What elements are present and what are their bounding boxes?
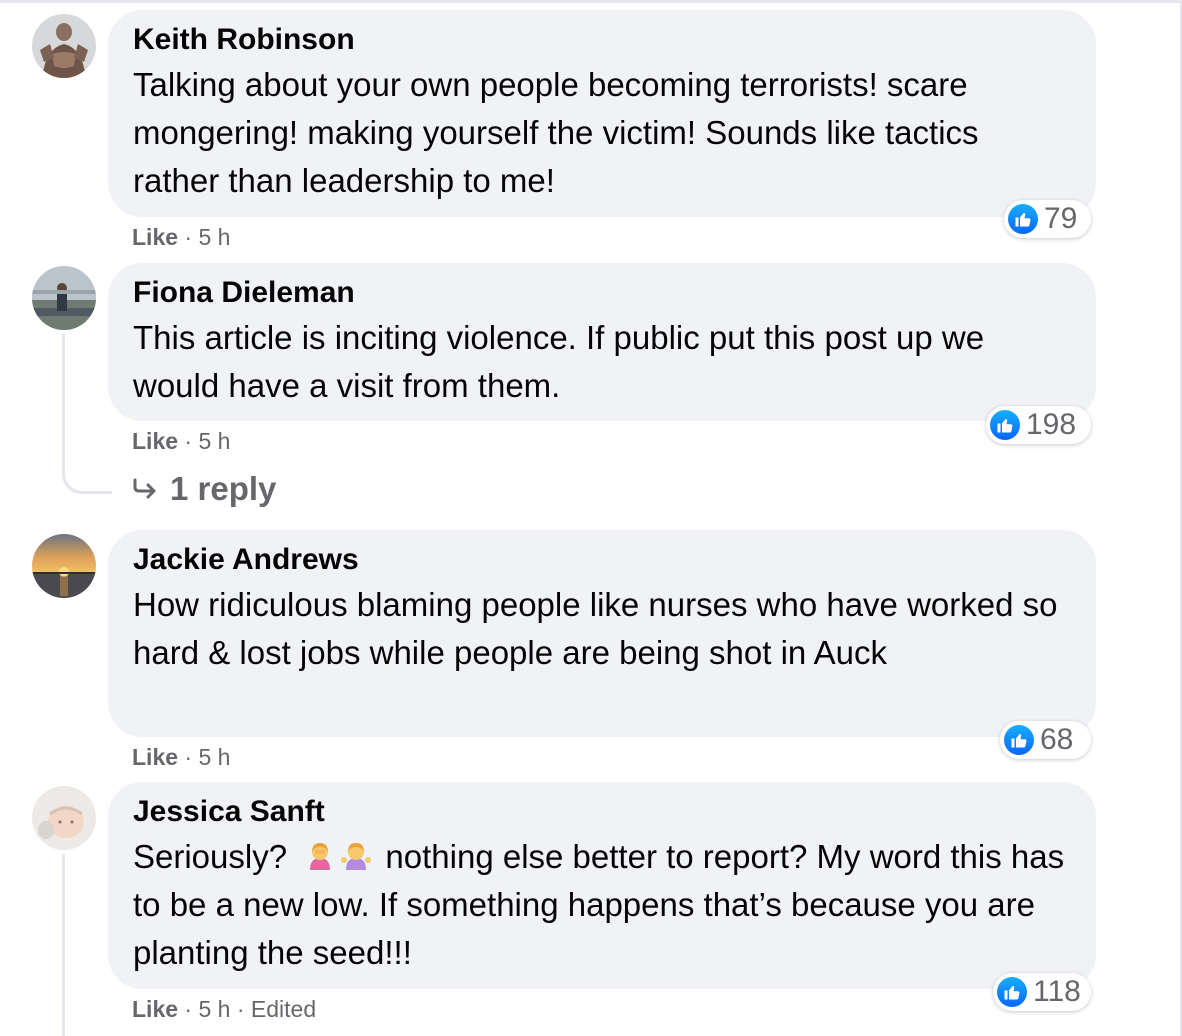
comment-author[interactable]: Jackie Andrews (133, 542, 1071, 578)
comment-meta: Like · 5 h (132, 744, 230, 771)
like-button[interactable]: Like (132, 428, 178, 454)
reaction-count-badge[interactable]: 68 (1000, 721, 1091, 759)
reaction-count-badge[interactable]: 118 (993, 973, 1091, 1011)
reaction-count-badge[interactable]: 198 (986, 406, 1091, 444)
comment-bubble: Fiona Dieleman This article is inciting … (108, 263, 1096, 421)
avatar[interactable] (32, 14, 96, 78)
comment-text-prefix: Seriously? (133, 838, 288, 875)
comment-timestamp[interactable]: 5 h (198, 428, 230, 454)
outdoor-person-avatar-icon (32, 266, 96, 330)
like-button[interactable]: Like (132, 996, 178, 1022)
reply-thread-line (62, 334, 112, 494)
woman-shrugging-emoji-icon (341, 843, 372, 870)
top-divider (0, 0, 1182, 3)
reaction-count: 198 (1026, 408, 1077, 441)
comment-author[interactable]: Jessica Sanft (133, 794, 1071, 830)
meta-separator: · (184, 428, 193, 454)
comment-author[interactable]: Keith Robinson (133, 22, 1071, 58)
comment-meta: Like · 5 h · Edited (132, 996, 316, 1023)
reaction-count-badge[interactable]: 79 (1004, 200, 1091, 238)
comment-meta: Like · 5 h (132, 224, 230, 251)
comment-bubble: Jackie Andrews How ridiculous blaming pe… (108, 530, 1096, 737)
comment-text: Seriously? nothing else better to report… (133, 833, 1071, 977)
comment-timestamp[interactable]: 5 h (198, 224, 230, 250)
avatar[interactable] (32, 534, 96, 598)
comment-bubble: Jessica Sanft Seriously? nothing else be… (108, 782, 1096, 989)
meta-separator: · (236, 996, 245, 1022)
meta-separator: · (184, 744, 193, 770)
reaction-count: 79 (1044, 202, 1078, 235)
woman-facepalming-emoji-icon (310, 843, 331, 870)
like-reaction-icon (1008, 204, 1038, 234)
comment-meta: Like · 5 h (132, 428, 230, 455)
baby-avatar-icon (32, 786, 96, 850)
comment-timestamp[interactable]: 5 h (198, 744, 230, 770)
replies-count-label[interactable]: 1 reply (170, 470, 276, 508)
avatar[interactable] (32, 266, 96, 330)
edited-label[interactable]: Edited (251, 996, 316, 1022)
like-reaction-icon (997, 977, 1027, 1007)
comment-text: This article is inciting violence. If pu… (133, 319, 985, 404)
like-reaction-icon (1004, 725, 1034, 755)
comment-text: Talking about your own people becoming t… (133, 66, 979, 199)
reaction-count: 118 (1033, 975, 1081, 1008)
view-replies-link[interactable]: 1 reply (132, 470, 276, 508)
reply-thread-line (62, 854, 65, 1036)
reaction-count: 68 (1040, 723, 1074, 756)
like-reaction-icon (990, 410, 1020, 440)
avatar[interactable] (32, 786, 96, 850)
like-button[interactable]: Like (132, 224, 178, 250)
meta-separator: · (184, 996, 193, 1022)
comment-text: How ridiculous blaming people like nurse… (133, 586, 1058, 671)
meta-separator: · (184, 224, 193, 250)
comment-author[interactable]: Fiona Dieleman (133, 275, 1071, 311)
comment-timestamp[interactable]: 5 h (198, 996, 230, 1022)
comment-bubble: Keith Robinson Talking about your own pe… (108, 10, 1096, 217)
muscle-figure-avatar-icon (32, 14, 96, 78)
sunset-avatar-icon (32, 534, 96, 598)
like-button[interactable]: Like (132, 744, 178, 770)
reply-arrow-icon (133, 478, 156, 499)
